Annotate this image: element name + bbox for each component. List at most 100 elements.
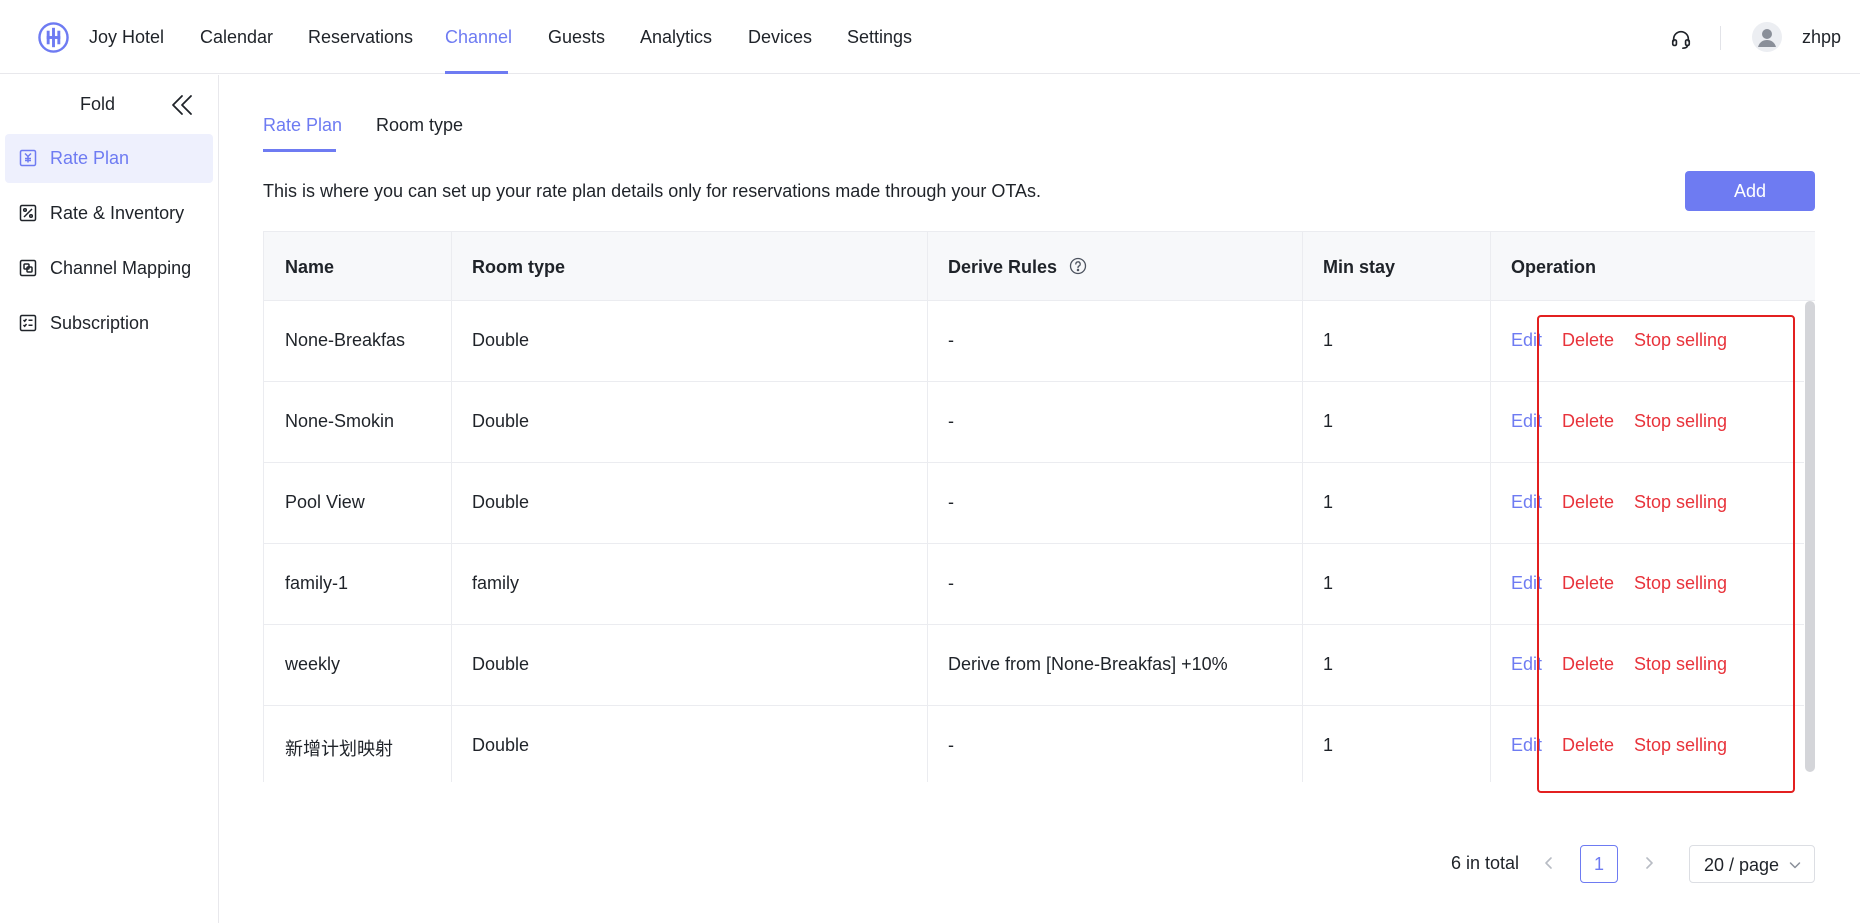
nav-item-devices[interactable]: Devices	[748, 27, 812, 48]
sidebar-item-subscription[interactable]: Subscription	[5, 299, 213, 348]
user-avatar[interactable]	[1752, 22, 1782, 52]
table-row: None-Breakfas Double - 1 Edit Delete Sto…	[264, 301, 1804, 382]
stop-selling-link[interactable]: Stop selling	[1634, 735, 1727, 756]
stop-selling-link[interactable]: Stop selling	[1634, 654, 1727, 675]
cell-min-stay: 1	[1323, 735, 1334, 755]
pagination-total: 6 in total	[1451, 853, 1520, 873]
cell-room-type: Double	[472, 411, 530, 431]
page-number-current[interactable]: 1	[1580, 845, 1618, 883]
delete-link[interactable]: Delete	[1562, 492, 1614, 513]
cell-room-type: family	[472, 573, 520, 593]
column-divider	[1302, 231, 1303, 782]
channel-mapping-icon	[19, 259, 37, 277]
chevron-left-icon[interactable]	[1541, 855, 1557, 871]
page-size-value: 20 / page	[1704, 855, 1780, 875]
fold-label[interactable]: Fold	[80, 94, 115, 115]
stop-selling-link[interactable]: Stop selling	[1634, 573, 1727, 594]
nav-item-settings[interactable]: Settings	[847, 27, 912, 48]
table-scrollbar-thumb[interactable]	[1805, 301, 1815, 772]
cell-min-stay: 1	[1323, 330, 1334, 350]
edit-link[interactable]: Edit	[1511, 735, 1543, 756]
cell-min-stay: 1	[1323, 654, 1334, 674]
edit-link[interactable]: Edit	[1511, 654, 1543, 675]
table-row: weekly Double Derive from [None-Breakfas…	[264, 625, 1804, 706]
column-header-derive-rules: Derive Rules	[948, 257, 1058, 277]
rate-plan-icon	[19, 149, 37, 167]
sidebar-item-rate-inventory[interactable]: Rate & Inventory	[5, 189, 213, 238]
brand-name[interactable]: Joy Hotel	[89, 27, 164, 48]
column-divider	[451, 231, 452, 782]
column-divider	[1490, 231, 1491, 782]
cell-name: weekly	[285, 654, 341, 674]
cell-derive-rules: Derive from [None-Breakfas] +10%	[948, 654, 1228, 674]
nav-item-channel[interactable]: Channel	[445, 27, 512, 48]
delete-link[interactable]: Delete	[1562, 735, 1614, 756]
sidebar-item-channel-mapping[interactable]: Channel Mapping	[5, 244, 213, 293]
username[interactable]: zhpp	[1802, 27, 1841, 48]
delete-link[interactable]: Delete	[1562, 411, 1614, 432]
cell-min-stay: 1	[1323, 573, 1334, 593]
cell-min-stay: 1	[1323, 492, 1334, 512]
cell-min-stay: 1	[1323, 411, 1334, 431]
sidebar-item-rate-plan[interactable]: Rate Plan	[5, 134, 213, 183]
subscription-icon	[19, 314, 37, 332]
table-row: None-Smokin Double - 1 Edit Delete Stop …	[264, 382, 1804, 463]
cell-derive-rules: -	[948, 330, 954, 350]
stop-selling-link[interactable]: Stop selling	[1634, 411, 1727, 432]
cell-derive-rules: -	[948, 492, 954, 512]
nav-item-analytics[interactable]: Analytics	[640, 27, 712, 48]
table-row: family-1 family - 1 Edit Delete Stop sel…	[264, 544, 1804, 625]
edit-link[interactable]: Edit	[1511, 330, 1543, 351]
cell-name: Pool View	[285, 492, 365, 512]
cell-derive-rules: -	[948, 573, 954, 593]
delete-link[interactable]: Delete	[1562, 573, 1614, 594]
cell-room-type: Double	[472, 735, 530, 755]
tab-rate-plan[interactable]: Rate Plan	[263, 115, 342, 136]
headset-support-icon[interactable]	[1670, 28, 1692, 50]
page-size-select[interactable]: 20 / page	[1689, 845, 1815, 883]
edit-link[interactable]: Edit	[1511, 492, 1543, 513]
edit-link[interactable]: Edit	[1511, 573, 1543, 594]
column-header-name: Name	[285, 257, 335, 277]
double-chevron-left-icon[interactable]	[170, 94, 194, 116]
cell-name: None-Smokin	[285, 411, 395, 431]
add-button[interactable]: Add	[1685, 171, 1815, 211]
nav-item-reservations[interactable]: Reservations	[308, 27, 413, 48]
rate-inventory-icon	[19, 204, 37, 222]
table-row: Pool View Double - 1 Edit Delete Stop se…	[264, 463, 1804, 544]
table-header: Name Room type Derive Rules Min stay Ope…	[264, 231, 1815, 301]
cell-room-type: Double	[472, 492, 530, 512]
cell-name: None-Breakfas	[285, 330, 406, 350]
active-nav-indicator	[445, 71, 508, 74]
top-navbar: Joy Hotel Calendar Reservations Channel …	[0, 0, 1860, 74]
sidebar-item-label: Rate & Inventory	[50, 203, 185, 223]
sidebar-item-label: Rate Plan	[50, 148, 130, 168]
delete-link[interactable]: Delete	[1562, 654, 1614, 675]
cell-room-type: Double	[472, 654, 530, 674]
tab-room-type[interactable]: Room type	[376, 115, 463, 136]
rate-plan-table: Name Room type Derive Rules Min stay Ope…	[263, 231, 1815, 782]
sidebar: Fold Rate Plan Rate & Inventory Channel …	[0, 75, 219, 923]
cell-room-type: Double	[472, 330, 530, 350]
chevron-down-icon	[1789, 862, 1801, 869]
hotel-logo-icon	[38, 22, 69, 53]
user-avatar-icon	[1758, 29, 1776, 47]
stop-selling-link[interactable]: Stop selling	[1634, 330, 1727, 351]
nav-item-calendar[interactable]: Calendar	[200, 27, 273, 48]
edit-link[interactable]: Edit	[1511, 411, 1543, 432]
column-divider	[927, 231, 928, 782]
cell-name: 新增计划映射	[285, 739, 393, 759]
delete-link[interactable]: Delete	[1562, 330, 1614, 351]
stop-selling-link[interactable]: Stop selling	[1634, 492, 1727, 513]
column-header-min-stay: Min stay	[1323, 257, 1396, 277]
column-header-room-type: Room type	[472, 257, 566, 277]
active-tab-indicator	[263, 149, 336, 152]
sidebar-item-label: Channel Mapping	[50, 258, 192, 278]
column-header-operation: Operation	[1511, 257, 1597, 277]
chevron-right-icon[interactable]	[1641, 855, 1657, 871]
table-row: 新增计划映射 Double - 1 Edit Delete Stop selli…	[264, 706, 1804, 782]
help-question-icon[interactable]	[1069, 257, 1087, 275]
nav-divider	[1720, 26, 1721, 50]
cell-derive-rules: -	[948, 735, 954, 755]
nav-item-guests[interactable]: Guests	[548, 27, 605, 48]
